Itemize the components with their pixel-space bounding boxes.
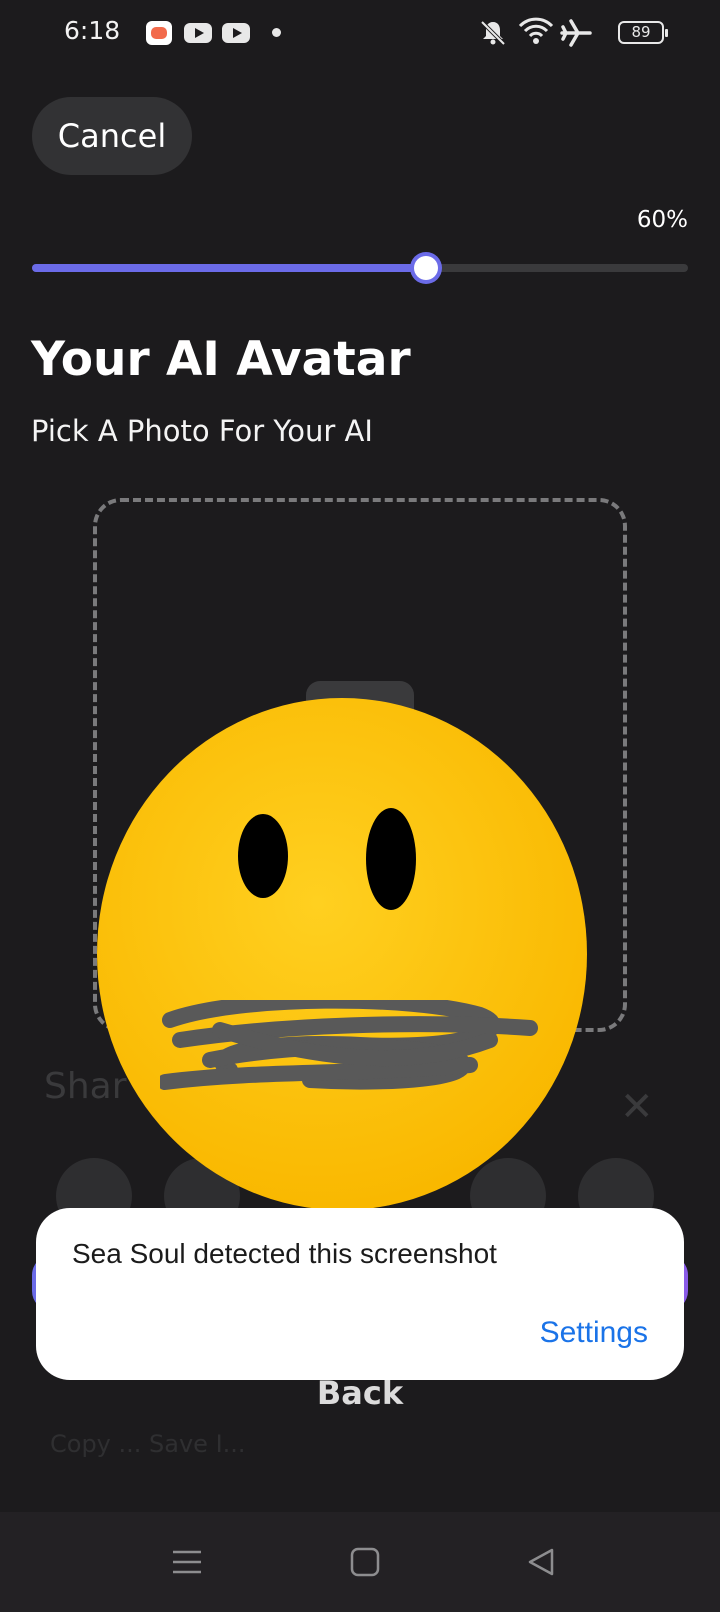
nav-back-button[interactable] xyxy=(496,1512,586,1612)
bell-off-icon xyxy=(480,20,506,46)
notification-dot xyxy=(272,28,281,37)
progress-fill xyxy=(32,264,426,272)
battery-icon: 89 xyxy=(618,21,668,44)
progress-bar xyxy=(32,256,688,280)
back-icon xyxy=(528,1548,554,1576)
close-icon: ✕ xyxy=(620,1084,654,1130)
game-app-icon xyxy=(146,21,172,45)
youtube-icon xyxy=(184,23,212,43)
home-button[interactable] xyxy=(320,1512,410,1612)
cancel-button[interactable]: Cancel xyxy=(32,97,192,175)
emoji-sticker xyxy=(97,698,587,1210)
page-subtitle: Pick A Photo For Your AI xyxy=(31,414,373,448)
share-sheet-footer: Copy ... Save I... xyxy=(50,1430,246,1458)
share-sheet-title: Shar xyxy=(44,1066,127,1107)
toast-settings-button[interactable]: Settings xyxy=(540,1316,648,1350)
emoji-eye-left xyxy=(238,814,288,898)
status-time: 6:18 xyxy=(64,16,121,45)
home-icon xyxy=(350,1547,380,1577)
navigation-bar xyxy=(0,1512,720,1612)
youtube-icon xyxy=(222,23,250,43)
scribble-redaction xyxy=(160,1000,538,1090)
screenshot-toast: Sea Soul detected this screenshot Settin… xyxy=(36,1208,684,1380)
wifi-icon xyxy=(518,17,554,44)
page-title: Your AI Avatar xyxy=(31,332,411,387)
airplane-icon xyxy=(560,19,592,47)
emoji-eye-right xyxy=(366,808,416,910)
toast-message: Sea Soul detected this screenshot xyxy=(72,1238,497,1269)
progress-label: 60% xyxy=(636,207,688,233)
menu-icon xyxy=(173,1550,201,1574)
progress-thumb xyxy=(413,256,438,280)
menu-button[interactable] xyxy=(142,1512,232,1612)
